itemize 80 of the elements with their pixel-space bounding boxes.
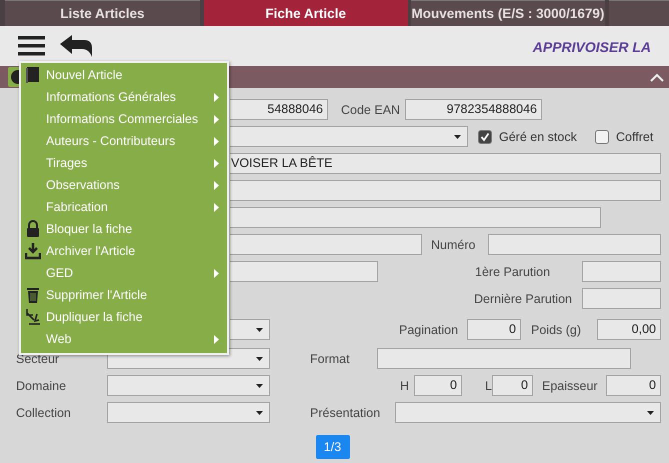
field-label: Pagination [399,322,460,336]
submenu-arrow-icon [214,202,219,212]
input-field[interactable] [230,207,601,228]
input-field[interactable]: 0 [606,375,661,396]
input-field[interactable]: 0 [492,375,533,396]
input-field[interactable] [488,234,661,255]
field-label: Présentation [310,406,382,420]
checkbox[interactable] [478,130,492,144]
article-title: APPRIVOISER LA [532,38,651,55]
input-field[interactable] [230,180,661,201]
input-field[interactable]: 54888046 [230,99,328,120]
field-label: Epaisseur [542,378,599,392]
menu-item[interactable]: Archiver l'Article [21,240,227,262]
tab[interactable]: Liste Articles [5,0,200,26]
input-field[interactable] [582,261,661,282]
tab[interactable]: Mouvements (E/S : 3000/1679) [410,0,606,26]
dropdown-field[interactable] [395,402,661,423]
input-field[interactable]: 0 [467,319,521,340]
input-field[interactable] [582,288,661,309]
caret-down-icon [256,356,263,360]
menu-item[interactable]: Supprimer l'Article [21,284,227,306]
submenu-arrow-icon [214,92,219,102]
caret-down-icon [256,328,263,332]
book-icon [25,66,41,84]
back-arrow-icon[interactable] [60,35,92,57]
checkbox-label: Coffret [616,130,654,144]
input-field[interactable]: 0 [414,375,462,396]
field-label: Dernière Parution [474,292,573,306]
download-icon [25,242,41,260]
menu-item[interactable]: Informations Générales [21,86,227,108]
submenu-arrow-icon [214,136,219,146]
duplicate-icon [25,308,41,326]
caret-down-icon [454,134,461,138]
menu-item[interactable]: Tirages [21,152,227,174]
menu-item[interactable]: Web [21,328,227,350]
submenu-arrow-icon [214,180,219,190]
menu-item[interactable]: Fabrication [21,196,227,218]
menu-item[interactable]: Informations Commerciales [21,108,227,130]
input-field[interactable] [230,234,422,255]
lock-icon [25,220,41,238]
checkbox[interactable] [595,130,609,144]
menu-item[interactable]: GED [21,262,227,284]
field-label: Poids (g) [531,322,582,336]
caret-down-icon [256,384,263,388]
menu-item[interactable]: Dupliquer la fiche [21,306,227,328]
menu-item[interactable]: Nouvel Article [21,64,227,86]
field-label: 1ère Parution [475,264,552,278]
caret-down-icon [647,410,654,414]
field-label: H [400,378,410,392]
submenu-arrow-icon [214,158,219,168]
field-label: Secteur [16,352,60,366]
submenu-arrow-icon [214,334,219,344]
input-field[interactable]: 9782354888046 [405,99,542,120]
dropdown-field[interactable] [107,375,270,396]
dropdown-field[interactable] [107,402,270,423]
dropdown-field[interactable] [230,319,270,340]
checkbox-label: Géré en stock [499,130,577,144]
field-label: Domaine [16,378,68,392]
menu-item[interactable]: Bloquer la fiche [21,218,227,240]
input-field[interactable] [230,261,378,282]
field-label: Code EAN [341,102,402,116]
field-label: Format [310,352,351,366]
tab[interactable]: Fiche Article [204,0,408,26]
input-field[interactable] [377,348,631,369]
menu-item[interactable]: Observations [21,174,227,196]
submenu-arrow-icon [214,268,219,278]
page-indicator[interactable]: 1/3 [316,435,350,459]
caret-down-icon [256,410,263,414]
collapse-icon[interactable] [650,72,664,82]
field-label: L [485,378,492,392]
input-field[interactable]: 0,00 [597,319,661,340]
menu-item[interactable]: Auteurs - Contributeurs [21,130,227,152]
dropdown-field[interactable] [230,126,468,147]
input-field[interactable]: VOISER LA BÊTE [230,153,661,174]
menu-icon[interactable] [18,36,45,56]
trash-icon [25,286,41,304]
field-label: Numéro [431,238,476,252]
tab[interactable] [609,0,669,26]
field-label: Collection [16,406,72,420]
submenu-arrow-icon [214,114,219,124]
